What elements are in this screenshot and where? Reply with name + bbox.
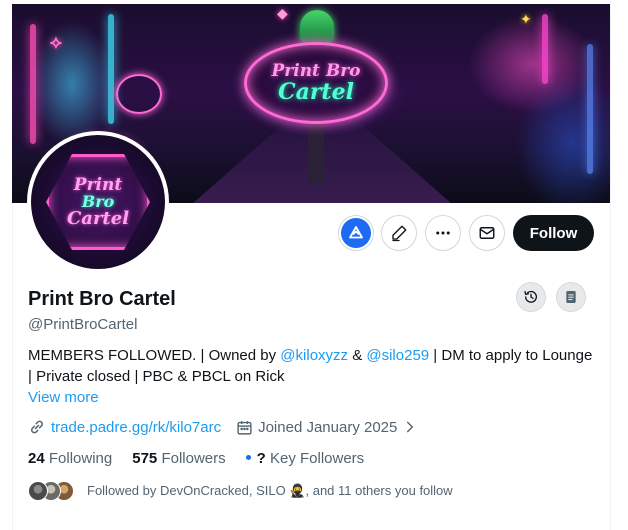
- key-followers-label: Key Followers: [269, 449, 365, 467]
- followers-label: Followers: [161, 449, 226, 467]
- banner-neon-oval: [116, 74, 162, 114]
- envelope-icon: [479, 227, 495, 239]
- banner-neon: [30, 24, 36, 144]
- more-dots-icon: [436, 231, 450, 235]
- grok-button[interactable]: [338, 215, 374, 251]
- bio-mention-link[interactable]: @kiloxyzz: [280, 347, 348, 364]
- following-label: Following: [48, 449, 113, 467]
- document-button[interactable]: [556, 282, 586, 312]
- bio-mention-link[interactable]: @silo259: [366, 347, 429, 364]
- key-followers-count: ?: [256, 449, 266, 467]
- document-icon: [566, 291, 576, 303]
- bio-text: &: [348, 347, 367, 364]
- profile-meta-row: trade.padre.gg/rk/kilo7arc Joined Januar…: [28, 416, 424, 438]
- history-icon: [524, 290, 537, 303]
- pencil-icon: [392, 225, 407, 242]
- history-button[interactable]: [516, 282, 546, 312]
- banner-neon: [108, 14, 114, 124]
- view-more-link[interactable]: View more: [28, 389, 99, 406]
- banner-neon-glyph: ◆: [277, 6, 288, 22]
- avatar-image: Print Bro Cartel: [31, 135, 165, 269]
- followers-count-link[interactable]: 575 Followers: [132, 450, 225, 467]
- edit-button[interactable]: [381, 215, 417, 251]
- website-link[interactable]: trade.padre.gg/rk/kilo7arc: [51, 419, 221, 436]
- key-followers-dot: [245, 455, 251, 461]
- follow-button[interactable]: Follow: [513, 215, 594, 251]
- follow-counts: 24 Following 575 Followers ? Key Followe…: [28, 448, 384, 468]
- page-gutter: [0, 0, 12, 530]
- banner-neon: [542, 14, 548, 84]
- joined-date: Joined January 2025: [258, 418, 398, 436]
- banner-sign-pole: [308, 124, 324, 184]
- banner-sign-line2: Cartel: [278, 79, 354, 106]
- key-followers-link[interactable]: ? Key Followers: [245, 449, 365, 467]
- banner-sombrero: [300, 10, 334, 44]
- calendar-icon: [235, 418, 253, 436]
- followers-count: 575: [132, 449, 158, 467]
- grok-icon: [341, 218, 371, 248]
- link-icon: [28, 418, 46, 436]
- display-name: Print Bro Cartel: [28, 288, 176, 310]
- following-count: 24: [28, 449, 45, 467]
- follower-avatar: [28, 481, 48, 501]
- chevron-right-icon[interactable]: [401, 418, 419, 436]
- banner-neon-glyph: ⟡: [50, 32, 62, 53]
- profile-avatar[interactable]: Print Bro Cartel: [27, 131, 169, 273]
- following-count-link[interactable]: 24 Following: [28, 450, 112, 467]
- banner-sign-line1: Print Bro: [271, 60, 361, 81]
- message-button[interactable]: [469, 215, 505, 251]
- profile-bio: MEMBERS FOLLOWED. | Owned by @kiloxyzz &…: [28, 345, 598, 387]
- followed-by-text[interactable]: Followed by DevOnCracked, SILO 🥷, and 11…: [87, 483, 453, 499]
- banner-neon: [587, 44, 593, 174]
- avatar-logo-line3: Cartel: [66, 207, 130, 229]
- followed-by-row[interactable]: Followed by DevOnCracked, SILO 🥷, and 11…: [28, 479, 453, 503]
- avatar-logo: Print Bro Cartel: [46, 154, 150, 250]
- more-button[interactable]: [425, 215, 461, 251]
- banner-logo-sign: Print Bro Cartel: [244, 42, 388, 124]
- banner-neon-glyph: ✦: [520, 12, 532, 28]
- bio-text: MEMBERS FOLLOWED. | Owned by: [28, 347, 281, 364]
- user-handle: @PrintBroCartel: [28, 316, 138, 333]
- avatar-logo-line1: Print: [73, 174, 123, 195]
